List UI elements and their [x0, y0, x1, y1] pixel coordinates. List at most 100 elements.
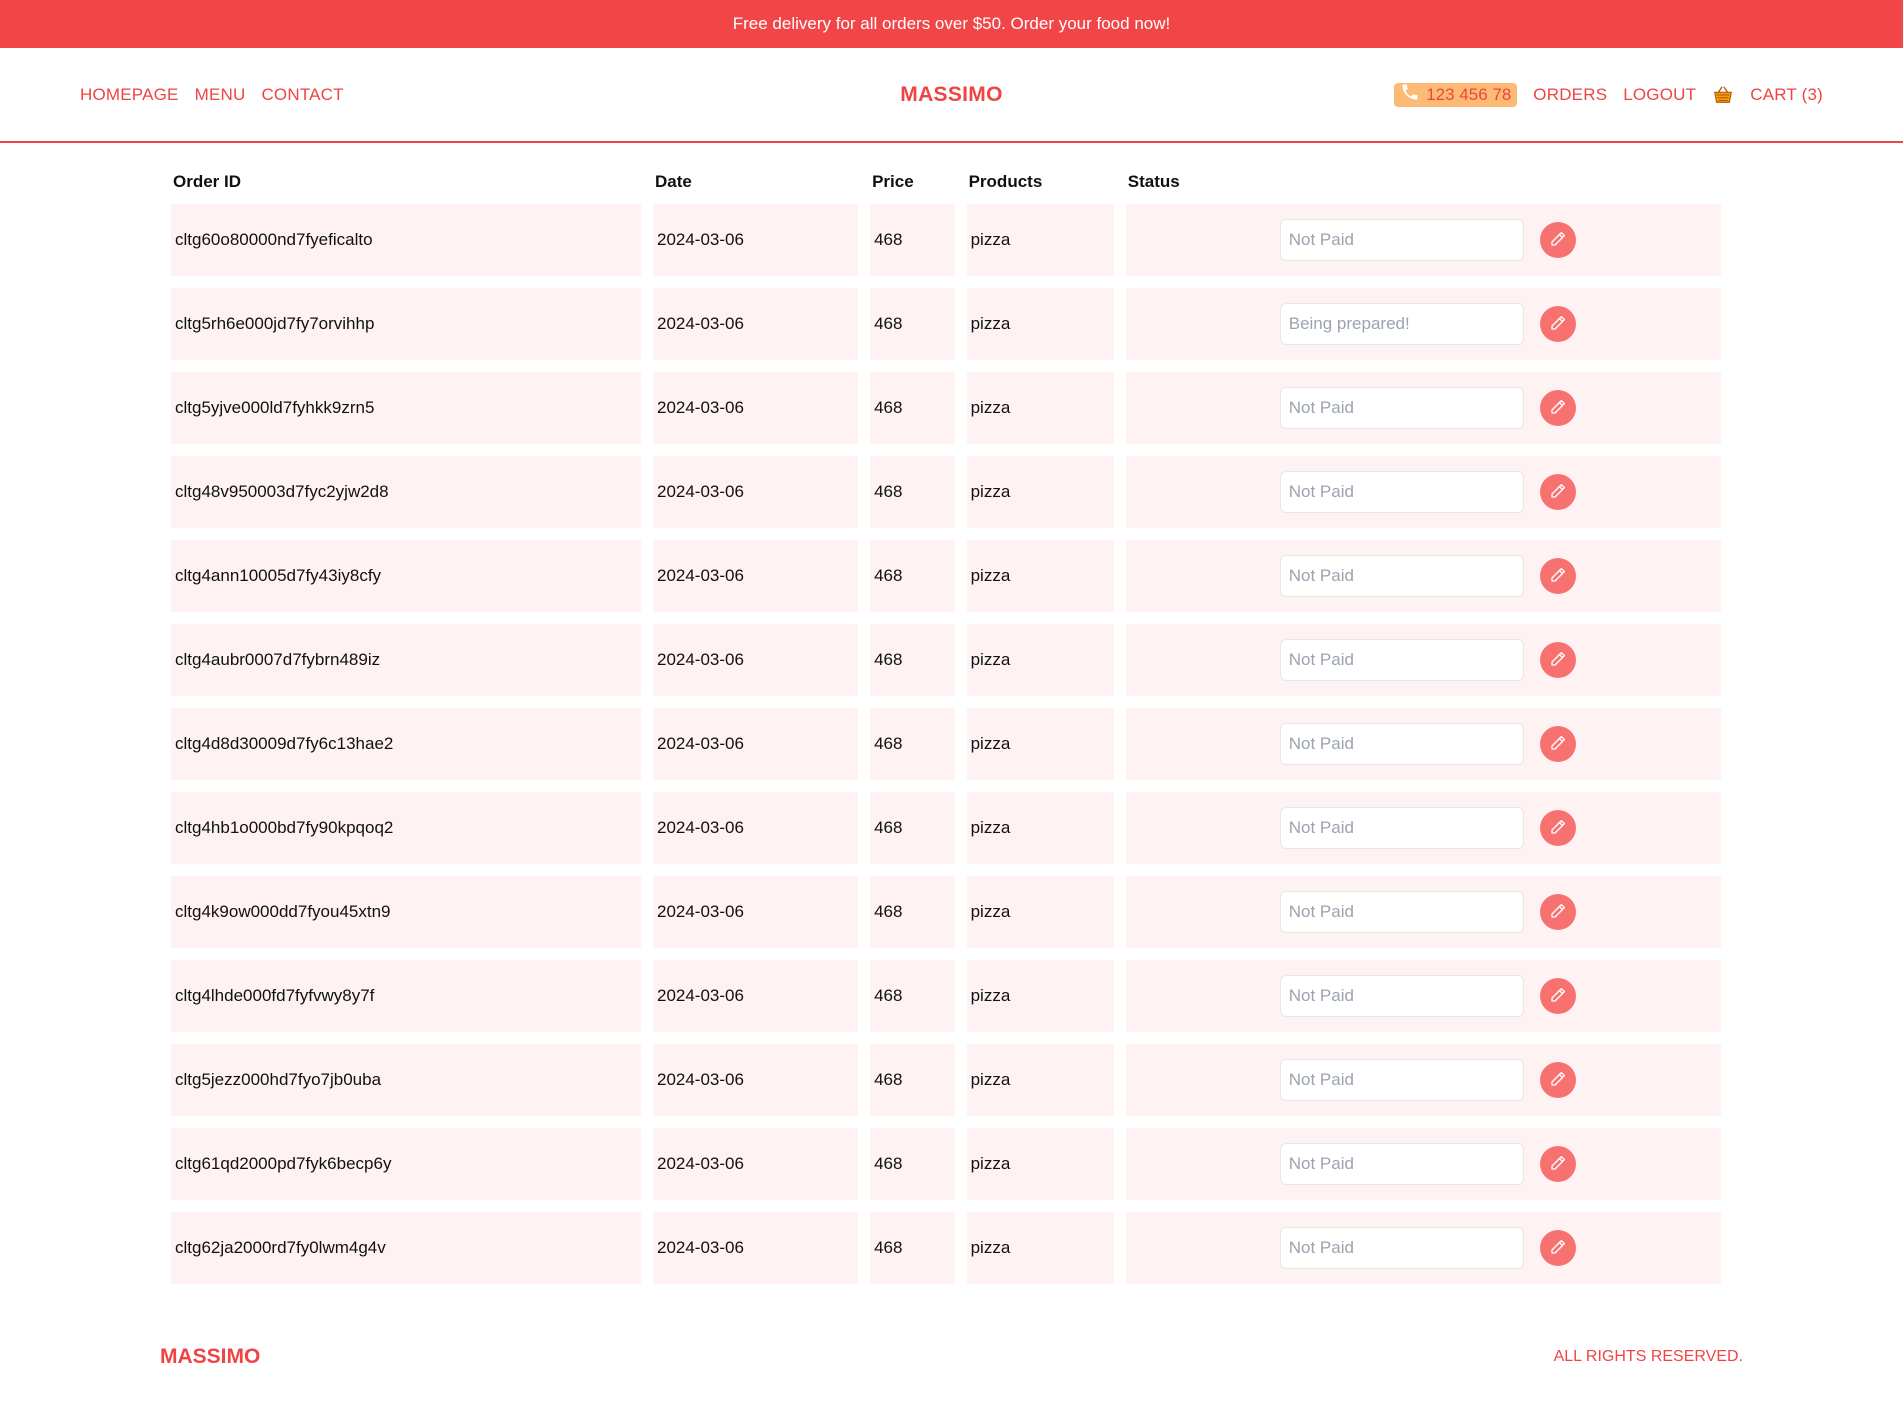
- edit-status-button[interactable]: [1539, 810, 1576, 846]
- order-products-cell: pizza: [966, 960, 1114, 1032]
- nav-orders[interactable]: ORDERS: [1533, 85, 1607, 105]
- nav-contact[interactable]: CONTACT: [261, 85, 343, 105]
- order-status-cell: [1125, 204, 1721, 276]
- order-date-cell: 2024-03-06: [652, 204, 859, 276]
- edit-status-button[interactable]: [1539, 978, 1576, 1014]
- order-products-cell: pizza: [966, 876, 1114, 948]
- pencil-icon: [1549, 986, 1567, 1007]
- table-row: cltg4ann10005d7fy43iy8cfy 2024-03-06 468…: [171, 540, 1721, 612]
- header-price: Price: [872, 172, 914, 191]
- order-price-cell: 468: [870, 288, 955, 360]
- status-input[interactable]: [1279, 219, 1524, 261]
- table-row: cltg5jezz000hd7fyo7jb0uba 2024-03-06 468…: [171, 1044, 1721, 1116]
- nav-cart[interactable]: CART (3): [1750, 85, 1823, 105]
- order-id-cell: cltg61qd2000pd7fyk6becp6y: [171, 1128, 641, 1200]
- status-input[interactable]: [1279, 891, 1524, 933]
- order-date-cell: 2024-03-06: [652, 540, 859, 612]
- edit-status-button[interactable]: [1539, 642, 1576, 678]
- nav-homepage[interactable]: HOMEPAGE: [80, 85, 179, 105]
- order-price-cell: 468: [870, 1044, 955, 1116]
- status-input[interactable]: [1279, 471, 1524, 513]
- edit-status-button[interactable]: [1539, 894, 1576, 930]
- edit-status-button[interactable]: [1539, 222, 1576, 258]
- edit-status-button[interactable]: [1539, 306, 1576, 342]
- status-input[interactable]: [1279, 1227, 1524, 1269]
- pencil-icon: [1549, 1070, 1567, 1091]
- brand-logo[interactable]: MASSIMO: [900, 83, 1002, 107]
- order-price-cell: 468: [870, 372, 955, 444]
- order-id-cell: cltg62ja2000rd7fy0lwm4g4v: [171, 1212, 641, 1284]
- order-price-cell: 468: [870, 1128, 955, 1200]
- pencil-icon: [1549, 398, 1567, 419]
- status-input[interactable]: [1279, 555, 1524, 597]
- order-date-cell: 2024-03-06: [652, 960, 859, 1032]
- order-price-cell: 468: [870, 624, 955, 696]
- order-id-cell: cltg60o80000nd7fyeficalto: [171, 204, 641, 276]
- site-header: HOMEPAGE MENU CONTACT MASSIMO 123 456 78…: [0, 48, 1903, 143]
- edit-status-button[interactable]: [1539, 474, 1576, 510]
- promo-bar: Free delivery for all orders over $50. O…: [0, 0, 1903, 48]
- order-date-cell: 2024-03-06: [652, 1128, 859, 1200]
- table-row: cltg61qd2000pd7fyk6becp6y 2024-03-06 468…: [171, 1128, 1721, 1200]
- table-row: cltg5yjve000ld7fyhkk9zrn5 2024-03-06 468…: [171, 372, 1721, 444]
- pencil-icon: [1549, 1238, 1567, 1259]
- phone-number: 123 456 78: [1426, 84, 1512, 104]
- status-input[interactable]: [1279, 807, 1524, 849]
- order-status-cell: [1125, 288, 1721, 360]
- phone-badge[interactable]: 123 456 78: [1394, 82, 1518, 107]
- status-input[interactable]: [1279, 387, 1524, 429]
- edit-status-button[interactable]: [1539, 1062, 1576, 1098]
- status-input[interactable]: [1279, 639, 1524, 681]
- order-date-cell: 2024-03-06: [652, 372, 859, 444]
- pencil-icon: [1549, 314, 1567, 335]
- table-row: cltg4aubr0007d7fybrn489iz 2024-03-06 468…: [171, 624, 1721, 696]
- edit-status-button[interactable]: [1539, 1146, 1576, 1182]
- nav-menu[interactable]: MENU: [195, 85, 246, 105]
- header-order-id: Order ID: [173, 172, 242, 191]
- status-input[interactable]: [1279, 723, 1524, 765]
- edit-status-button[interactable]: [1539, 390, 1576, 426]
- order-products-cell: pizza: [966, 288, 1114, 360]
- order-products-cell: pizza: [966, 708, 1114, 780]
- order-price-cell: 468: [870, 876, 955, 948]
- table-row: cltg4d8d30009d7fy6c13hae2 2024-03-06 468…: [171, 708, 1721, 780]
- order-price-cell: 468: [870, 792, 955, 864]
- table-row: cltg4hb1o000bd7fy90kpqoq2 2024-03-06 468…: [171, 792, 1721, 864]
- status-input[interactable]: [1279, 1143, 1524, 1185]
- pencil-icon: [1549, 818, 1567, 839]
- order-id-cell: cltg4aubr0007d7fybrn489iz: [171, 624, 641, 696]
- table-row: cltg4lhde000fd7fyfvwy8y7f 2024-03-06 468…: [171, 960, 1721, 1032]
- edit-status-button[interactable]: [1539, 558, 1576, 594]
- status-input[interactable]: [1279, 303, 1524, 345]
- order-date-cell: 2024-03-06: [652, 792, 859, 864]
- order-id-cell: cltg4hb1o000bd7fy90kpqoq2: [171, 792, 641, 864]
- basket-icon[interactable]: [1712, 84, 1734, 106]
- edit-status-button[interactable]: [1539, 1230, 1576, 1266]
- order-status-cell: [1125, 792, 1721, 864]
- order-status-cell: [1125, 624, 1721, 696]
- order-products-cell: pizza: [966, 624, 1114, 696]
- edit-status-button[interactable]: [1539, 726, 1576, 762]
- status-input[interactable]: [1279, 1059, 1524, 1101]
- order-products-cell: pizza: [966, 1044, 1114, 1116]
- pencil-icon: [1549, 566, 1567, 587]
- order-products-cell: pizza: [966, 372, 1114, 444]
- orders-table-container: Order ID Date Price Products Status cltg…: [171, 160, 1733, 1296]
- order-price-cell: 468: [870, 204, 955, 276]
- status-input[interactable]: [1279, 975, 1524, 1017]
- order-date-cell: 2024-03-06: [652, 1212, 859, 1284]
- order-id-cell: cltg5rh6e000jd7fy7orvihhp: [171, 288, 641, 360]
- pencil-icon: [1549, 902, 1567, 923]
- order-date-cell: 2024-03-06: [652, 288, 859, 360]
- order-products-cell: pizza: [966, 1128, 1114, 1200]
- order-products-cell: pizza: [966, 204, 1114, 276]
- order-price-cell: 468: [870, 456, 955, 528]
- main-nav: HOMEPAGE MENU CONTACT: [80, 85, 344, 105]
- order-price-cell: 468: [870, 960, 955, 1032]
- pencil-icon: [1549, 650, 1567, 671]
- nav-logout[interactable]: LOGOUT: [1623, 85, 1696, 105]
- pencil-icon: [1549, 1154, 1567, 1175]
- table-header-row: Order ID Date Price Products Status: [171, 160, 1721, 192]
- order-status-cell: [1125, 1044, 1721, 1116]
- order-status-cell: [1125, 1212, 1721, 1284]
